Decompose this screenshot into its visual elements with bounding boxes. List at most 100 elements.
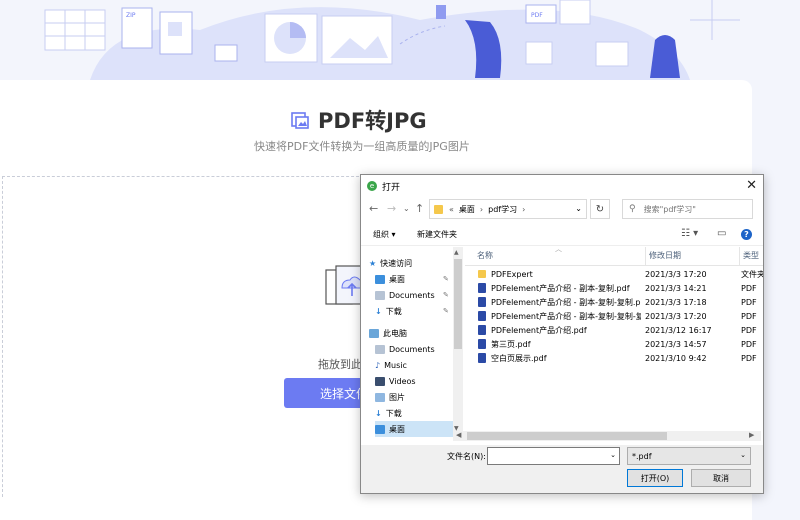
music-icon: ♪ — [375, 360, 381, 370]
nav-item-desktop[interactable]: 桌面 ✎ — [375, 271, 453, 287]
nav-item-label: 图片 — [389, 392, 405, 402]
documents-icon — [375, 344, 385, 354]
pin-icon: ✎ — [443, 307, 449, 315]
nav-item-music[interactable]: ♪ Music — [375, 357, 453, 373]
pdf-file-icon — [478, 339, 486, 349]
download-icon: ↓ — [375, 408, 382, 418]
scroll-right-icon[interactable]: ▶ — [749, 431, 754, 439]
scroll-left-icon[interactable]: ◀ — [456, 431, 461, 439]
column-divider[interactable] — [645, 247, 646, 265]
chevron-down-icon[interactable]: ⌄ — [610, 451, 616, 459]
new-folder-button[interactable]: 新建文件夹 — [417, 229, 457, 240]
nav-item-label: Documents — [389, 290, 435, 300]
nav-item-label: Videos — [389, 376, 416, 386]
pdf-label: PDF — [531, 12, 543, 19]
pdf-file-icon — [478, 353, 486, 363]
download-icon: ↓ — [375, 306, 382, 316]
nav-item-pc-documents[interactable]: Documents — [375, 341, 453, 357]
cancel-button[interactable]: 取消 — [691, 469, 751, 487]
up-arrow-icon[interactable]: ↑ — [415, 202, 424, 215]
file-type: PDF — [741, 353, 757, 363]
navigation-pane: ★ 快速访问 桌面 ✎ Documents ✎ ↓ 下载 ✎ 此电脑 Docum… — [361, 247, 453, 437]
column-modified[interactable]: 修改日期 — [649, 250, 681, 261]
file-type: PDF — [741, 325, 757, 335]
chevron-right-icon: › — [522, 204, 526, 214]
file-list-header: ︿ 名称 修改日期 类型 — [465, 245, 763, 266]
breadcrumb-overflow[interactable]: « — [449, 205, 454, 214]
nav-item-this-pc[interactable]: 此电脑 — [369, 325, 453, 341]
file-list-hscrollbar[interactable]: ◀ ▶ — [453, 431, 761, 441]
pin-icon: ✎ — [443, 291, 449, 299]
file-row[interactable]: PDFelement产品介绍 - 副本-复制-复制.pdf 2021/3/3 1… — [465, 295, 763, 309]
scroll-up-icon[interactable]: ▲ — [454, 249, 459, 256]
column-name[interactable]: 名称 — [477, 250, 493, 261]
nav-item-documents[interactable]: Documents ✎ — [375, 287, 453, 303]
column-type[interactable]: 类型 — [743, 250, 759, 261]
chevron-right-icon: › — [479, 204, 484, 214]
documents-icon — [375, 290, 385, 300]
file-name: PDFExpert — [491, 269, 533, 279]
file-row[interactable]: 第三页.pdf 2021/3/3 14:57 PDF — [465, 337, 763, 351]
page-title: PDF转JPG — [290, 106, 427, 134]
filename-combobox[interactable]: ⌄ — [487, 447, 620, 465]
address-bar[interactable]: « 桌面 › pdf学习 › ⌄ — [429, 199, 587, 219]
nav-item-label: 桌面 — [389, 274, 405, 284]
open-button[interactable]: 打开(O) — [627, 469, 683, 487]
page-title-text: PDF转JPG — [318, 109, 427, 133]
filename-input[interactable] — [488, 448, 602, 464]
folder-icon — [478, 270, 486, 278]
forward-arrow-icon[interactable]: → — [387, 202, 396, 215]
page-subtitle: 快速将PDF文件转换为一组高质量的JPG图片 — [254, 140, 470, 153]
image-convert-icon — [291, 112, 309, 129]
help-icon[interactable]: ? — [741, 229, 752, 240]
organize-menu[interactable]: 组织 ▾ — [373, 229, 396, 240]
close-icon[interactable]: ✕ — [746, 178, 757, 193]
nav-item-pc-desktop[interactable]: 桌面 — [375, 421, 453, 437]
filename-label: 文件名(N): — [447, 452, 486, 461]
scrollbar-thumb[interactable] — [467, 432, 667, 440]
nav-item-quick-access[interactable]: ★ 快速访问 — [369, 255, 453, 271]
recent-dropdown-icon[interactable]: ⌄ — [403, 204, 410, 213]
computer-icon — [369, 328, 379, 338]
scrollbar-thumb[interactable] — [454, 259, 462, 349]
file-row[interactable]: PDFelement产品介绍 - 副本-复制.pdf 2021/3/3 14:2… — [465, 281, 763, 295]
column-divider[interactable] — [739, 247, 740, 265]
view-options-icon[interactable]: ☷ ▾ — [681, 228, 698, 239]
chevron-down-icon[interactable]: ⌄ — [575, 204, 582, 213]
dialog-toolbar: 组织 ▾ 新建文件夹 ☷ ▾ ▭ — [361, 227, 763, 246]
preview-pane-icon[interactable]: ▭ — [717, 228, 726, 239]
breadcrumb-pdf-study[interactable]: pdf学习 — [488, 204, 517, 215]
select-file-button[interactable]: 选择文件 — [284, 378, 364, 408]
file-row[interactable]: PDFelement产品介绍.pdf 2021/3/12 16:17 PDF — [465, 323, 763, 337]
file-modified: 2021/3/10 9:42 — [645, 353, 707, 363]
nav-item-videos[interactable]: Videos — [375, 373, 453, 389]
desktop-icon — [375, 424, 385, 434]
file-type: 文件夹 — [741, 269, 763, 279]
pdf-file-icon — [478, 325, 486, 335]
nav-item-pictures[interactable]: 图片 — [375, 389, 453, 405]
search-input[interactable] — [641, 203, 746, 215]
file-row[interactable]: PDFelement产品介绍 - 副本-复制-复制-复制.pdf 2021/3/… — [465, 309, 763, 323]
file-type: PDF — [741, 297, 757, 307]
nav-item-downloads[interactable]: ↓ 下载 ✎ — [375, 303, 453, 319]
file-row[interactable]: 空白页展示.pdf 2021/3/10 9:42 PDF — [465, 351, 763, 365]
file-name: PDFelement产品介绍.pdf — [491, 325, 587, 335]
filetype-value: *.pdf — [632, 451, 652, 461]
file-type: PDF — [741, 311, 757, 321]
dialog-footer: 文件名(N): ⌄ *.pdf ⌄ 打开(O) 取消 — [361, 445, 763, 493]
nav-pane-scrollbar[interactable]: ▲ ▼ — [453, 247, 463, 435]
file-type: PDF — [741, 283, 757, 293]
file-row[interactable]: PDFExpert 2021/3/3 17:20 文件夹 — [465, 267, 763, 281]
folder-icon — [434, 204, 443, 214]
search-box[interactable]: ⚲ — [622, 199, 753, 219]
file-modified: 2021/3/3 17:20 — [645, 269, 707, 279]
refresh-button[interactable]: ↻ — [590, 199, 610, 219]
back-arrow-icon[interactable]: ← — [369, 202, 378, 215]
pictures-icon — [375, 392, 385, 402]
pin-icon: ✎ — [443, 275, 449, 283]
nav-item-pc-downloads[interactable]: ↓ 下载 — [375, 405, 453, 421]
breadcrumb-desktop[interactable]: 桌面 — [459, 204, 475, 215]
file-name: PDFelement产品介绍 - 副本-复制-复制.pdf — [491, 297, 641, 307]
nav-item-label: Documents — [389, 344, 435, 354]
filetype-select[interactable]: *.pdf ⌄ — [627, 447, 751, 465]
